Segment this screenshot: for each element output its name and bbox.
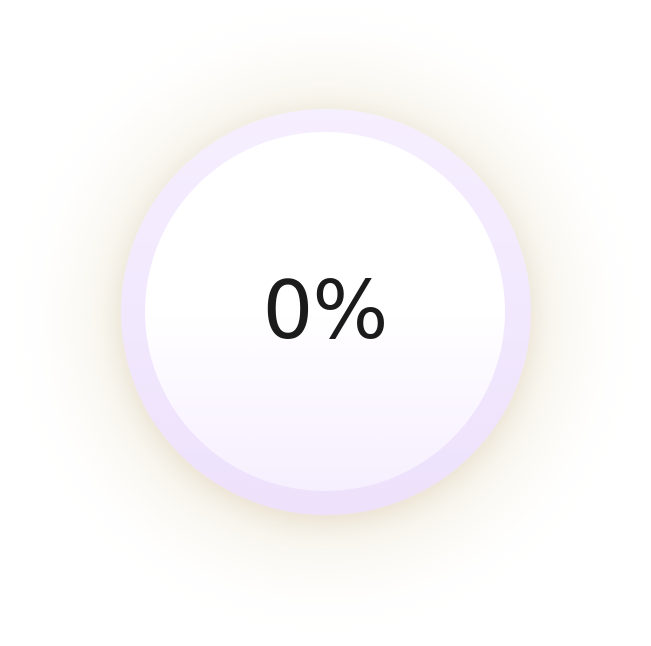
progress-widget: 0% (0, 0, 651, 646)
progress-disc: 0% (145, 132, 505, 491)
progress-percentage-label: 0% (262, 263, 389, 357)
